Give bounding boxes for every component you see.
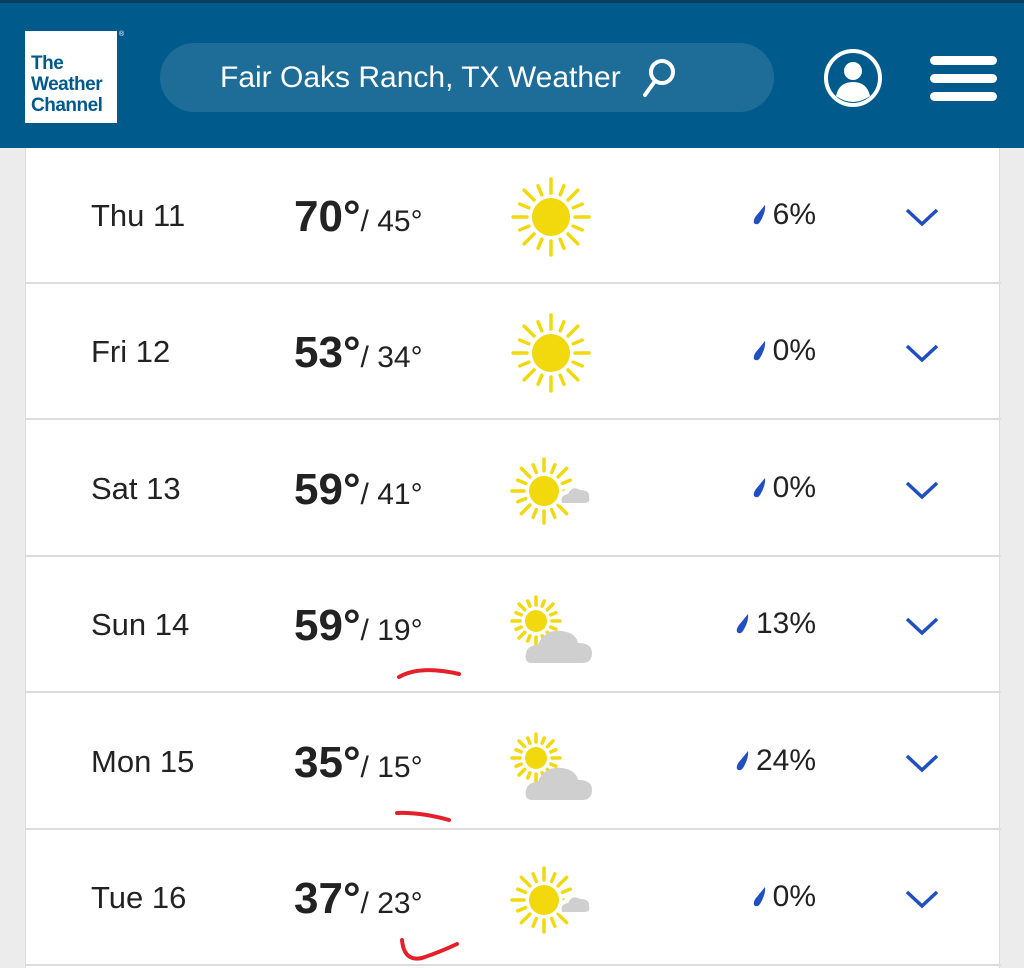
temperatures: 35°/ 15°	[294, 738, 423, 788]
raindrop-icon	[753, 887, 765, 907]
precip-value: 6%	[772, 198, 816, 231]
weather-channel-logo[interactable]: The Weather Channel	[25, 31, 117, 123]
temperatures: 70°/ 45°	[294, 192, 423, 242]
precip-value: 13%	[755, 607, 816, 641]
high-temp: 59°	[294, 601, 361, 651]
raindrop-icon	[736, 750, 749, 770]
temperatures: 37°/ 23°	[294, 874, 423, 924]
registered-mark: ®	[119, 31, 125, 38]
search-text: Fair Oaks Ranch, TX Weather	[220, 60, 621, 94]
precip-value: 0%	[772, 880, 816, 913]
day-label: Sun 14	[91, 607, 190, 643]
precipitation: 0%	[753, 471, 816, 505]
search-icon[interactable]	[641, 58, 677, 98]
precip-value: 0%	[772, 470, 816, 504]
partly-cloudy-icon	[510, 731, 592, 800]
mostly-sunny-icon	[510, 457, 592, 525]
low-temp: / 23°	[360, 887, 423, 920]
chevron-down-icon[interactable]	[904, 479, 940, 501]
low-temp: / 19°	[360, 614, 423, 648]
logo-line: The	[31, 53, 64, 74]
precip-value: 0%	[772, 334, 816, 368]
account-icon[interactable]	[823, 48, 883, 108]
raindrop-icon	[753, 341, 765, 361]
site-header: The Weather Channel ® Fair Oaks Ranch, T…	[0, 0, 1024, 148]
location-search[interactable]: Fair Oaks Ranch, TX Weather	[160, 43, 774, 112]
temperatures: 53°/ 34°	[294, 328, 423, 378]
logo-line: Weather	[31, 74, 103, 95]
high-temp: 37°	[294, 874, 361, 923]
chevron-down-icon[interactable]	[904, 206, 940, 228]
day-label: Fri 12	[91, 334, 171, 370]
high-temp: 70°	[294, 192, 361, 241]
precipitation: 6%	[753, 198, 816, 232]
day-label: Thu 11	[91, 198, 186, 233]
forecast-row[interactable]: Mon 15 35°/ 15° 24%	[26, 694, 1001, 830]
precipitation: 24%	[736, 744, 816, 778]
forecast-row[interactable]: Fri 12 53°/ 34° 0%	[26, 284, 1001, 421]
chevron-down-icon[interactable]	[904, 342, 940, 364]
forecast-row[interactable]: Sat 13 59°/ 41° 0%	[26, 421, 1001, 557]
precipitation: 0%	[753, 880, 816, 914]
high-temp: 59°	[294, 464, 361, 514]
mostly-sunny-icon	[510, 866, 592, 934]
temperatures: 59°/ 19°	[294, 601, 423, 651]
chevron-down-icon[interactable]	[904, 615, 940, 637]
sunny-icon	[511, 313, 591, 394]
high-temp: 53°	[294, 328, 361, 378]
forecast-row[interactable]: Tue 16 37°/ 23° 0%	[26, 830, 1001, 966]
daily-forecast-list: Thu 11 70°/ 45° 6% Fri 12 53°/ 34° 0% Sa…	[25, 148, 1001, 968]
menu-button[interactable]	[930, 56, 997, 110]
precipitation: 0%	[753, 334, 816, 368]
raindrop-icon	[753, 477, 765, 498]
low-temp: / 15°	[360, 750, 423, 784]
low-temp: / 34°	[360, 341, 423, 375]
forecast-row[interactable]: Thu 11 70°/ 45° 6%	[26, 148, 1001, 284]
temperatures: 59°/ 41°	[294, 465, 423, 515]
chevron-down-icon[interactable]	[904, 752, 940, 774]
day-label: Tue 16	[91, 880, 187, 915]
raindrop-icon	[753, 205, 765, 225]
high-temp: 35°	[294, 737, 361, 787]
precipitation: 13%	[736, 607, 816, 641]
raindrop-icon	[736, 614, 749, 634]
forecast-row[interactable]: Sun 14 59°/ 19° 13%	[26, 557, 1001, 694]
low-temp: / 45°	[360, 205, 423, 238]
logo-line: Channel	[31, 95, 103, 116]
chevron-down-icon[interactable]	[904, 888, 940, 910]
partly-cloudy-icon	[510, 595, 592, 664]
low-temp: / 41°	[360, 477, 423, 511]
day-label: Sat 13	[91, 470, 181, 506]
precip-value: 24%	[755, 743, 816, 777]
day-label: Mon 15	[91, 743, 195, 779]
sunny-icon	[511, 177, 591, 257]
